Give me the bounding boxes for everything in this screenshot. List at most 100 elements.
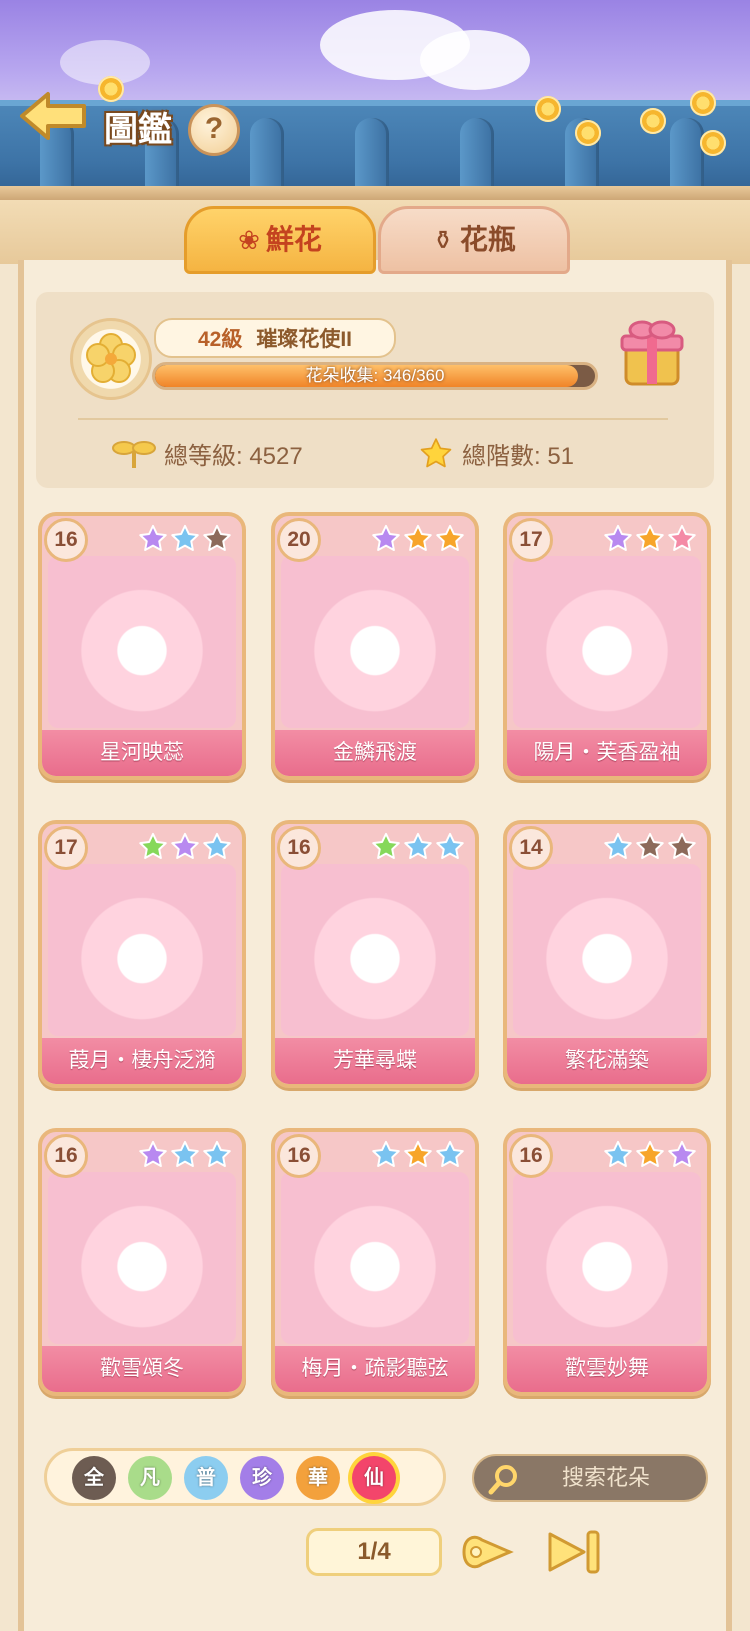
blue-star-icon [171, 1140, 199, 1167]
tab-vases[interactable]: ⚱ 花瓶 [378, 206, 570, 274]
card-stars [138, 524, 232, 554]
orange-star-icon [436, 524, 464, 551]
purple-star-icon [171, 832, 199, 859]
help-button[interactable]: ? [188, 104, 240, 156]
flower-artwork [281, 556, 469, 728]
card-level-badge: 16 [44, 518, 88, 562]
collection-progress-bar: 花朵收集: 346/360 [152, 362, 598, 390]
card-stars [603, 832, 697, 862]
search-icon [488, 1465, 517, 1495]
green-star-icon [139, 832, 167, 859]
card-name: 星河映蕊 [42, 730, 242, 776]
filter-rare[interactable]: 珍 [240, 1456, 284, 1500]
blue-star-icon [203, 832, 231, 859]
search-placeholder: 搜索花朵 [562, 1465, 651, 1490]
sprout-icon [112, 440, 156, 468]
flower-card[interactable]: 20 金鱗飛渡 [271, 512, 479, 780]
back-button[interactable] [18, 90, 90, 142]
summary-divider [78, 418, 668, 420]
flower-artwork [48, 864, 236, 1036]
flower-artwork [513, 556, 701, 728]
filter-normal[interactable]: 普 [184, 1456, 228, 1500]
search-input[interactable]: 搜索花朵 [472, 1454, 708, 1502]
card-name: 繁花滿築 [507, 1038, 707, 1084]
player-level: 42級 [197, 328, 243, 351]
card-level-badge: 17 [509, 518, 553, 562]
orange-star-icon [404, 524, 432, 551]
flower-card[interactable]: 16 梅月・疏影聽弦 [271, 1128, 479, 1396]
blue-star-icon [171, 524, 199, 551]
flower-card[interactable]: 17 陽月・芙香盈袖 [503, 512, 711, 780]
card-level-badge: 20 [277, 518, 321, 562]
orange-star-icon [404, 1140, 432, 1167]
total-level-label: 總等級: 4527 [164, 443, 303, 470]
purple-star-icon [372, 524, 400, 551]
flower-artwork [513, 864, 701, 1036]
card-stars [138, 1140, 232, 1170]
card-stars [371, 524, 465, 554]
last-page-button[interactable] [546, 1526, 604, 1578]
blue-star-icon [404, 832, 432, 859]
brown-star-icon [668, 832, 696, 859]
blue-star-icon [604, 1140, 632, 1167]
brown-star-icon [203, 524, 231, 551]
card-stars [603, 524, 697, 554]
total-stars-label: 總階數: 51 [462, 443, 575, 470]
tab-flowers-label: 鮮花 [265, 224, 322, 255]
card-level-badge: 16 [277, 826, 321, 870]
purple-star-icon [604, 524, 632, 551]
skip-to-end-icon [548, 1530, 600, 1574]
green-star-icon [372, 832, 400, 859]
rank-title: 璀璨花使II [256, 328, 353, 351]
orange-star-icon [636, 1140, 664, 1167]
card-level-badge: 16 [44, 1134, 88, 1178]
purple-star-icon [139, 524, 167, 551]
orange-star-icon [636, 524, 664, 551]
collection-progress-text: 花朵收集: 346/360 [305, 366, 445, 385]
blue-star-icon [436, 1140, 464, 1167]
card-stars [371, 1140, 465, 1170]
card-name: 歡雪頌冬 [42, 1346, 242, 1392]
blue-star-icon [203, 1140, 231, 1167]
flower-artwork [281, 864, 469, 1036]
card-level-badge: 16 [509, 1134, 553, 1178]
purple-star-icon [668, 1140, 696, 1167]
brown-star-icon [636, 832, 664, 859]
flower-card[interactable]: 16 歡雲妙舞 [503, 1128, 711, 1396]
tab-flowers[interactable]: ❀ 鮮花 [184, 206, 376, 274]
gift-box-button[interactable] [620, 318, 684, 388]
flower-card[interactable]: 16 歡雪頌冬 [38, 1128, 246, 1396]
filter-common[interactable]: 凡 [128, 1456, 172, 1500]
flower-card[interactable]: 16 星河映蕊 [38, 512, 246, 780]
filter-all[interactable]: 全 [72, 1456, 116, 1500]
flower-artwork [48, 556, 236, 728]
gift-icon [620, 320, 684, 386]
vase-icon: ⚱ [432, 225, 454, 255]
card-name: 歡雲妙舞 [507, 1346, 707, 1392]
filter-immortal[interactable]: 仙 [352, 1456, 396, 1500]
next-page-button[interactable] [458, 1526, 516, 1578]
card-level-badge: 16 [277, 1134, 321, 1178]
card-name: 葭月・棲舟泛漪 [42, 1038, 242, 1084]
card-stars [603, 1140, 697, 1170]
pink-star-icon [668, 524, 696, 551]
card-stars [138, 832, 232, 862]
flower-artwork [513, 1172, 701, 1344]
total-stars-stat: 總階數: 51 [418, 436, 574, 471]
flower-card[interactable]: 17 葭月・棲舟泛漪 [38, 820, 246, 1088]
page-indicator: 1/4 [306, 1528, 442, 1576]
flower-card[interactable]: 14 繁花滿築 [503, 820, 711, 1088]
purple-star-icon [139, 1140, 167, 1167]
filter-epic[interactable]: 華 [296, 1456, 340, 1500]
card-name: 金鱗飛渡 [275, 730, 475, 776]
card-name: 陽月・芙香盈袖 [507, 730, 707, 776]
card-stars [371, 832, 465, 862]
chevron-right-icon [462, 1535, 514, 1569]
card-name: 梅月・疏影聽弦 [275, 1346, 475, 1392]
flower-artwork [281, 1172, 469, 1344]
tab-vases-label: 花瓶 [459, 224, 516, 255]
card-name: 芳華尋蝶 [275, 1038, 475, 1084]
rose-icon: ❀ [238, 225, 260, 255]
card-level-badge: 14 [509, 826, 553, 870]
flower-card[interactable]: 16 芳華尋蝶 [271, 820, 479, 1088]
